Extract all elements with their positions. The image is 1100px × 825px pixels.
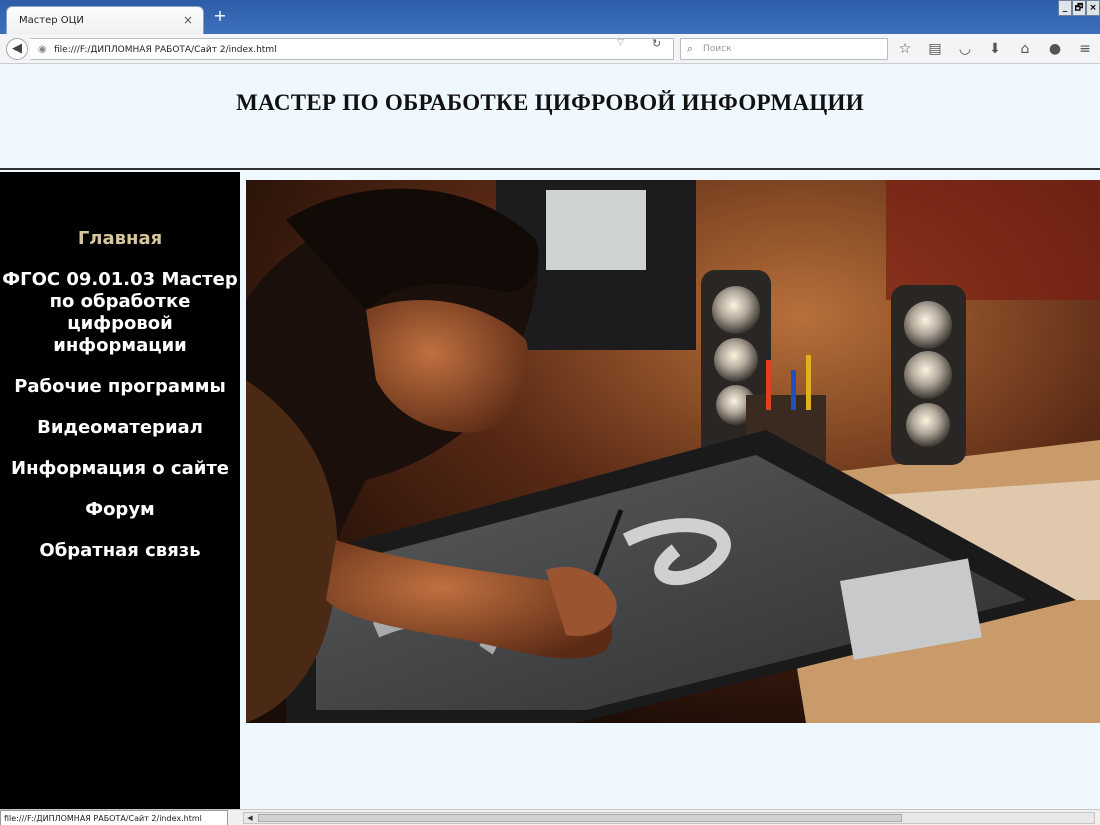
chat-icon[interactable]: ● bbox=[1045, 40, 1065, 58]
address-text: file:///F:/ДИПЛОМНАЯ РАБОТА/Сайт 2/index… bbox=[54, 45, 277, 55]
nav-menu: Главная ФГОС 09.01.03 Мастер по обработк… bbox=[0, 228, 240, 581]
menu-item-about[interactable]: Информация о сайте bbox=[0, 458, 240, 480]
pocket-icon[interactable]: ◡ bbox=[955, 40, 975, 58]
minimize-button[interactable]: _ bbox=[1058, 0, 1072, 16]
new-tab-button[interactable]: + bbox=[210, 6, 230, 26]
horizontal-scrollbar[interactable]: ◀ bbox=[243, 812, 1095, 824]
browser-navbar: ◀ ◉ file:///F:/ДИПЛОМНАЯ РАБОТА/Сайт 2/in… bbox=[0, 34, 1100, 64]
menu-item-programs[interactable]: Рабочие программы bbox=[0, 376, 240, 398]
download-icon[interactable]: ⬇ bbox=[985, 40, 1005, 58]
home-icon[interactable]: ⌂ bbox=[1015, 40, 1035, 58]
browser-titlebar: Мастер ОЦИ × + _ 🗗 × bbox=[0, 0, 1100, 34]
menu-item-video[interactable]: Видеоматериал bbox=[0, 417, 240, 439]
url-dropdown-icon[interactable]: ▽ bbox=[617, 38, 624, 48]
globe-icon: ◉ bbox=[38, 44, 47, 55]
site-title: МАСТЕР ПО ОБРАБОТКЕ ЦИФРОВОЙ ИНФОРМАЦИИ bbox=[236, 90, 864, 115]
site-header: МАСТЕР ПО ОБРАБОТКЕ ЦИФРОВОЙ ИНФОРМАЦИИ bbox=[0, 64, 1100, 170]
status-bar: file:///F:/ДИПЛОМНАЯ РАБОТА/Сайт 2/index… bbox=[0, 809, 1100, 825]
tab-title: Мастер ОЦИ bbox=[19, 15, 84, 26]
browser-tab[interactable]: Мастер ОЦИ × bbox=[6, 6, 204, 34]
back-arrow-icon: ◀ bbox=[12, 41, 22, 56]
menu-item-home[interactable]: Главная bbox=[0, 228, 240, 250]
menu-item-fgos[interactable]: ФГОС 09.01.03 Мастер по обработке цифров… bbox=[0, 269, 240, 357]
search-placeholder: Поиск bbox=[703, 44, 732, 54]
tab-close-icon[interactable]: × bbox=[183, 13, 193, 27]
sidebar: Главная ФГОС 09.01.03 Мастер по обработк… bbox=[0, 172, 240, 809]
menu-icon[interactable]: ≡ bbox=[1075, 40, 1095, 58]
maximize-button[interactable]: 🗗 bbox=[1072, 0, 1086, 16]
menu-item-forum[interactable]: Форум bbox=[0, 499, 240, 521]
star-icon[interactable]: ☆ bbox=[895, 40, 915, 58]
search-icon: ⌕ bbox=[687, 42, 694, 55]
reading-list-icon[interactable]: ▤ bbox=[925, 40, 945, 58]
scroll-thumb[interactable] bbox=[258, 814, 902, 822]
search-input[interactable]: ⌕ Поиск bbox=[680, 38, 888, 60]
reload-icon[interactable]: ↻ bbox=[652, 37, 661, 50]
status-url: file:///F:/ДИПЛОМНАЯ РАБОТА/Сайт 2/index… bbox=[0, 810, 228, 825]
toolbar-icons: ☆ ▤ ◡ ⬇ ⌂ ● ≡ bbox=[895, 40, 1095, 58]
back-button[interactable]: ◀ bbox=[6, 38, 28, 60]
close-window-button[interactable]: × bbox=[1086, 0, 1100, 16]
scroll-left-icon[interactable]: ◀ bbox=[244, 813, 256, 823]
menu-item-feedback[interactable]: Обратная связь bbox=[0, 540, 240, 562]
address-bar[interactable]: ◉ file:///F:/ДИПЛОМНАЯ РАБОТА/Сайт 2/inde… bbox=[30, 38, 674, 60]
hero-photo bbox=[246, 180, 1100, 723]
window-controls: _ 🗗 × bbox=[1058, 0, 1100, 16]
hero-image bbox=[246, 180, 1100, 723]
